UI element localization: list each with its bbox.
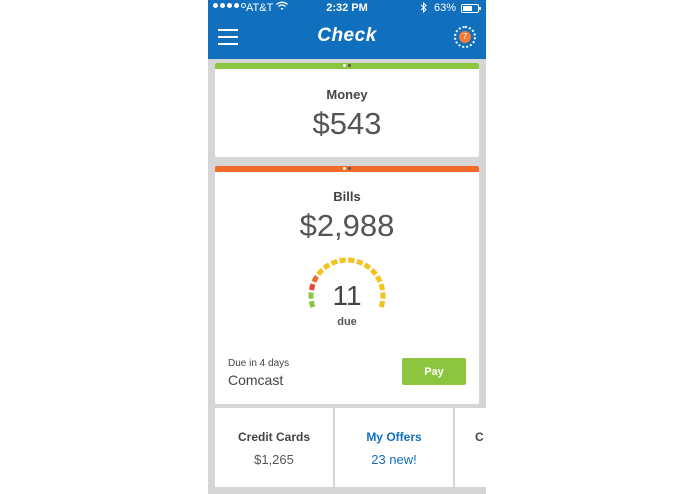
gauge-segment — [356, 258, 364, 266]
page-indicator — [215, 167, 479, 170]
phone-screen: AT&T 2:32 PM 63% Check 7 Money $543 Bill… — [208, 0, 486, 494]
money-card[interactable]: Money $543 — [215, 63, 479, 157]
bluetooth-icon — [420, 1, 427, 16]
gauge-count: 11 — [332, 280, 362, 311]
gauge-segment — [369, 267, 378, 276]
bills-amount: $2,988 — [299, 208, 395, 243]
money-card-accent — [215, 63, 479, 69]
page-indicator — [215, 64, 479, 67]
gauge-segment — [339, 257, 346, 264]
battery-percent: 63% — [434, 2, 457, 14]
summary-tiles: Credit Cards $1,265 My Offers 23 new! C — [215, 408, 486, 487]
payee-name: Comcast — [228, 372, 284, 388]
tile-value: $1,265 — [254, 452, 294, 467]
my-offers-tile[interactable]: My Offers 23 new! — [335, 408, 453, 487]
nav-bar: Check 7 — [208, 17, 486, 59]
due-in-label: Due in 4 days — [228, 358, 290, 369]
gauge-segment — [330, 258, 338, 266]
bills-card-accent — [215, 166, 479, 172]
gauge-segment — [316, 267, 325, 276]
bills-due-gauge: 11 due — [305, 254, 389, 328]
gauge-segment — [322, 262, 331, 271]
pay-button[interactable]: Pay — [402, 358, 466, 385]
gauge-caption: due — [337, 316, 357, 328]
tile-label: C — [475, 430, 484, 444]
battery-icon — [461, 4, 481, 13]
money-amount: $543 — [312, 106, 382, 141]
bills-label: Bills — [333, 189, 361, 204]
tile-label: My Offers — [366, 430, 422, 444]
notifications-button[interactable]: 7 — [454, 26, 476, 48]
app-logo: Check — [317, 25, 377, 46]
tile-label: Credit Cards — [237, 430, 311, 444]
tile-value: 23 new! — [371, 452, 417, 467]
partial-tile[interactable]: C — [455, 408, 486, 487]
gauge-segment — [348, 257, 355, 264]
status-bar: AT&T 2:32 PM 63% — [208, 0, 486, 17]
bills-card[interactable]: Bills $2,988 11 due Due in 4 days Comcas… — [215, 166, 479, 404]
credit-cards-tile[interactable]: Credit Cards $1,265 — [215, 408, 333, 487]
money-label: Money — [326, 87, 368, 102]
gauge-segment — [363, 262, 372, 271]
notification-badge: 7 — [459, 31, 471, 43]
